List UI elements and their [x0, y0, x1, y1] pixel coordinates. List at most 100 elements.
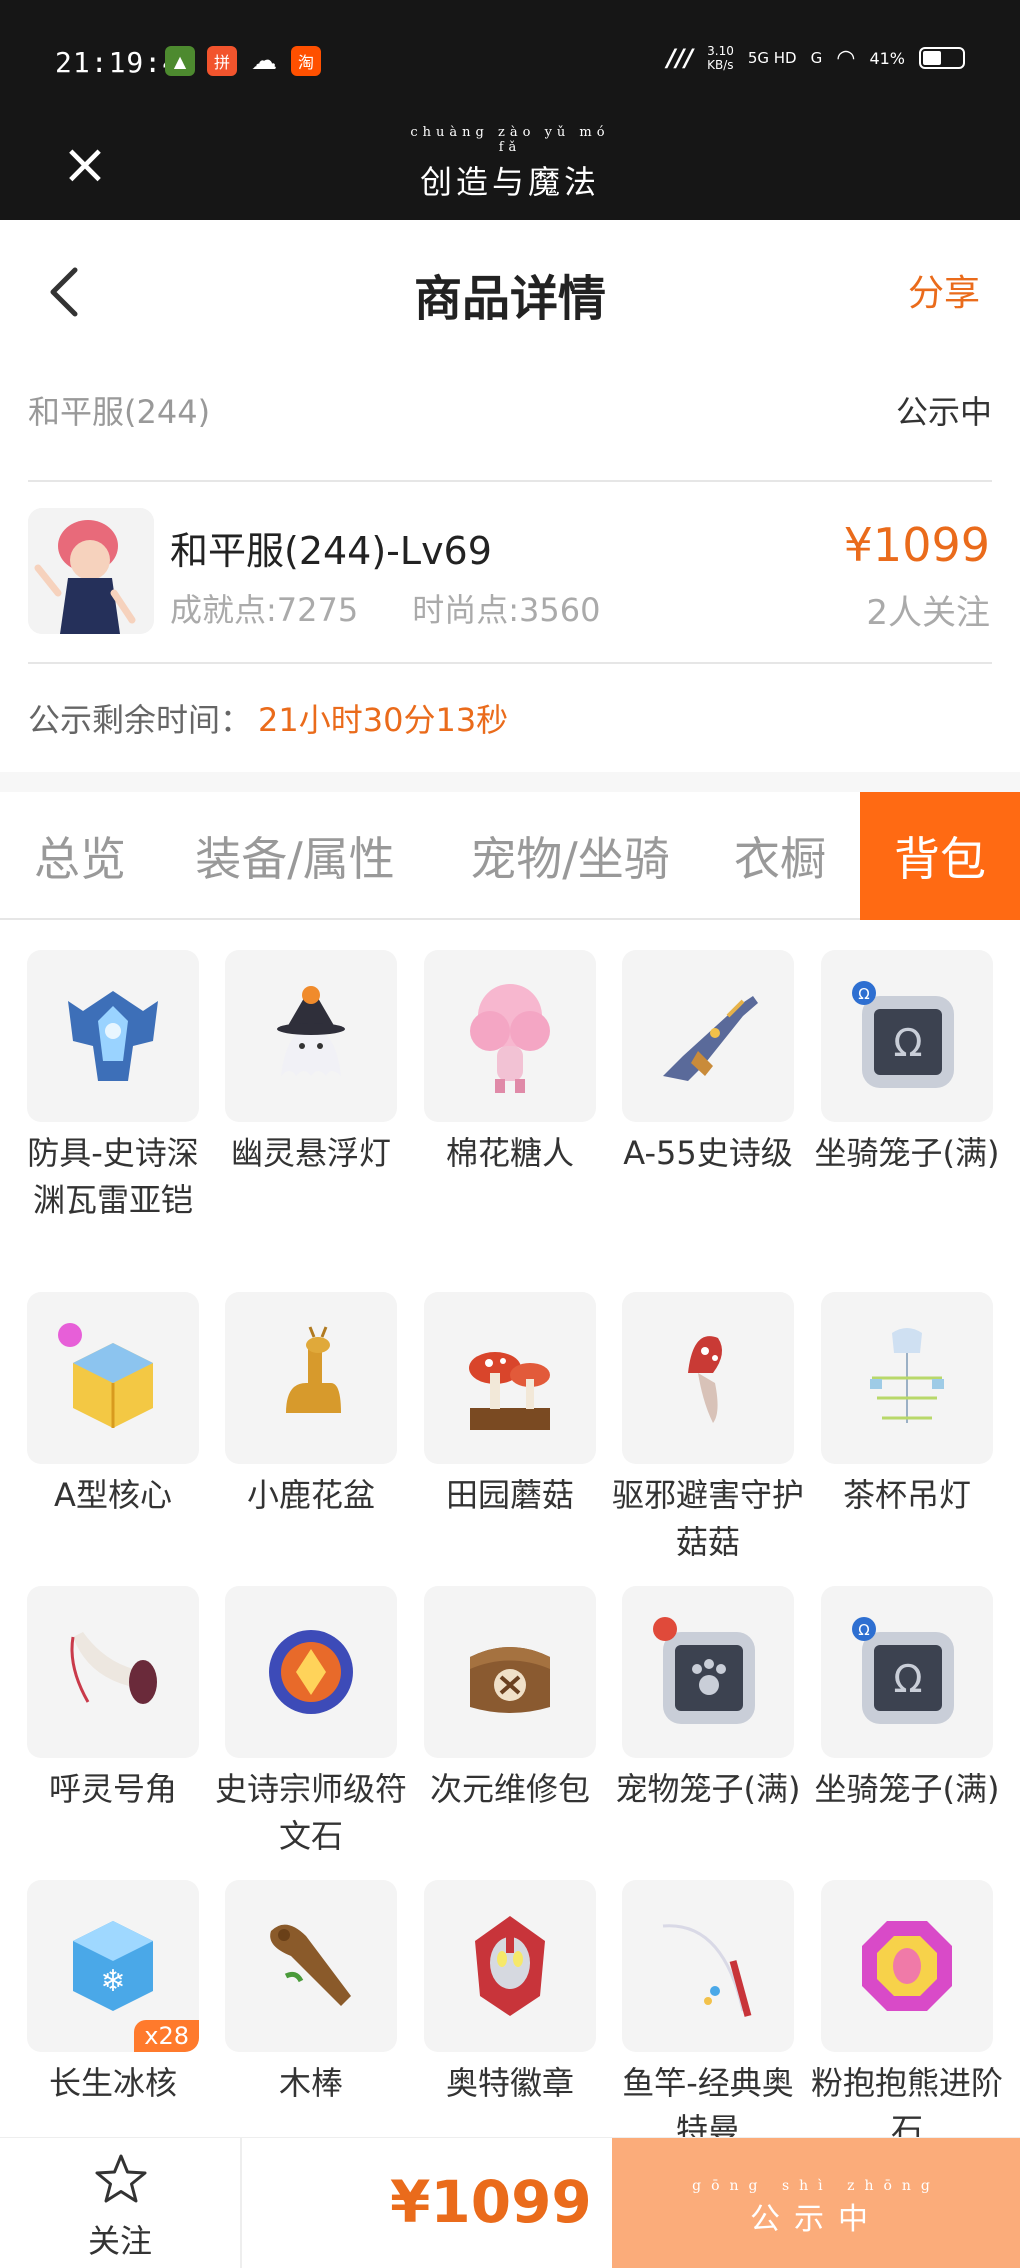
- item-label: 宠物笼子(满): [615, 1770, 801, 1808]
- countdown: 公示剩余时间： 21小时30分13秒: [28, 695, 508, 741]
- tab-backpack[interactable]: 背包: [860, 792, 1020, 920]
- section-gap: [0, 772, 1020, 792]
- teacup-lamp-icon: [821, 1292, 993, 1464]
- divider: [28, 480, 992, 482]
- fishing-rod-icon: [622, 1880, 794, 2052]
- item-label: 防具-史诗深渊瓦雷亚铠: [27, 1134, 199, 1219]
- mushroom-icon: [424, 1292, 596, 1464]
- cotton-candy-icon: [424, 950, 596, 1122]
- page-header: 商品详情 分享: [0, 222, 1020, 352]
- item-label: 驱邪避害守护菇菇: [611, 1476, 804, 1561]
- item-label: A型核心: [54, 1476, 172, 1514]
- item-label: 呼灵号角: [48, 1770, 177, 1808]
- tab-wardrobe[interactable]: 衣橱: [715, 792, 845, 920]
- item-label: 茶杯吊灯: [842, 1476, 971, 1514]
- item-label: 田园蘑菇: [445, 1476, 574, 1514]
- battery-icon: [919, 47, 965, 69]
- public-notice-button[interactable]: gōng shì zhōng 公示中: [612, 2138, 1020, 2268]
- pet-cage-icon: [622, 1586, 794, 1758]
- item-label: 幽灵悬浮灯: [230, 1134, 391, 1172]
- rifle-icon: [622, 950, 794, 1122]
- buy-pinyin: gōng shì zhōng: [692, 2178, 940, 2194]
- tab-equipment[interactable]: 装备/属性: [170, 792, 420, 920]
- item-label: 鱼竿-经典奥特曼: [622, 2064, 794, 2140]
- backpack-grid: 防具-史诗深渊瓦雷亚铠 幽灵悬浮灯 棉花糖人 A-55史诗级 ΩΩ 坐骑笼子(满…: [0, 940, 1020, 2140]
- network-label: 5G HD: [747, 49, 797, 67]
- app-brand: chuàng zào yǔ mó fǎ 创造与魔法: [410, 125, 610, 203]
- app-title-bar: × chuàng zào yǔ mó fǎ 创造与魔法: [0, 120, 1020, 220]
- divider: [28, 662, 992, 664]
- mount-cage-icon: ΩΩ: [821, 1586, 993, 1758]
- product-price: ¥1099: [843, 518, 990, 572]
- listing-status: 公示中: [895, 393, 992, 431]
- system-status: /// 3.10 KB/s 5G HD G ◠ 41%: [667, 44, 965, 72]
- detail-tabs: 总览 装备/属性 宠物/坐骑 衣橱 背包: [0, 792, 1020, 920]
- follow-label: 关注: [87, 2222, 152, 2260]
- item-label: 粉抱抱熊进阶石: [810, 2064, 1003, 2140]
- taobao-icon: 淘: [291, 46, 321, 76]
- app-notification-icon: ▲: [165, 46, 195, 76]
- item-label: 长生冰核: [48, 2064, 177, 2102]
- bottom-price: ¥1099: [390, 2168, 592, 2236]
- cloud-icon: ☁: [251, 46, 277, 76]
- item-label: 坐骑笼子(满): [814, 1134, 1000, 1172]
- fashion-points: 时尚点:3560: [412, 591, 601, 629]
- page-title: 商品详情: [413, 271, 606, 327]
- item-label: 小鹿花盆: [246, 1476, 375, 1514]
- buy-label: 公示中: [750, 2202, 882, 2237]
- battery-text: 41%: [869, 48, 905, 68]
- repair-bag-icon: [424, 1586, 596, 1758]
- logo-icon: ///: [666, 44, 694, 72]
- deer-pot-icon: [225, 1292, 397, 1464]
- item-label: 棉花糖人: [445, 1134, 574, 1172]
- bottom-bar: 关注 ¥1099 gōng shì zhōng 公示中: [0, 2137, 1020, 2268]
- rune-stone-icon: [225, 1586, 397, 1758]
- wifi-icon: ◠: [836, 45, 856, 71]
- tab-overview[interactable]: 总览: [0, 792, 160, 920]
- tab-pets-mounts[interactable]: 宠物/坐骑: [445, 792, 695, 920]
- ghost-lamp-icon: [225, 950, 397, 1122]
- notification-icons: ▲ 拼 ☁ 淘: [165, 46, 321, 76]
- product-name: 和平服(244)-Lv69: [170, 529, 492, 573]
- brand-pinyin: chuàng zào yǔ mó fǎ: [410, 125, 610, 155]
- brand-name: 创造与魔法: [419, 163, 600, 201]
- mount-cage-icon: ΩΩ: [821, 950, 993, 1122]
- status-bar: 21:19:42 ▲ 拼 ☁ 淘 /// 3.10 KB/s 5G HD G ◠…: [0, 0, 1020, 120]
- app-notification-icon: 拼: [207, 46, 237, 76]
- item-label: 次元维修包: [429, 1770, 590, 1808]
- item-label: 史诗宗师级符文石: [214, 1770, 407, 1855]
- item-label: 奥特徽章: [445, 2064, 574, 2102]
- item-label: 坐骑笼子(满): [814, 1770, 1000, 1808]
- achievement-points: 成就点:7275: [170, 591, 359, 629]
- armor-icon: [27, 950, 199, 1122]
- svg-text:Ω: Ω: [858, 985, 869, 1003]
- server-row: 和平服(244) 公示中: [28, 385, 992, 435]
- server-name: 和平服(244): [28, 393, 211, 431]
- follow-button[interactable]: 关注: [0, 2138, 242, 2268]
- club-icon: [225, 1880, 397, 2052]
- product-stats: 成就点:7275 时尚点:3560: [170, 585, 600, 631]
- item-quantity: x28: [134, 2020, 199, 2052]
- ultra-badge-icon: [424, 1880, 596, 2052]
- countdown-label: 公示剩余时间：: [28, 701, 253, 739]
- guardian-mushroom-icon: [622, 1292, 794, 1464]
- star-icon: [95, 2154, 147, 2203]
- countdown-value: 21小时30分13秒: [258, 701, 509, 739]
- pink-gem-icon: [821, 1880, 993, 2052]
- svg-text:❄: ❄: [100, 1964, 125, 1999]
- net-speed-unit: KB/s: [707, 58, 734, 72]
- svg-text:Ω: Ω: [893, 1021, 922, 1065]
- item-label: A-55史诗级: [623, 1134, 793, 1172]
- net-speed: 3.10: [707, 44, 734, 58]
- ice-core-icon: ❄ x28: [27, 1880, 199, 2052]
- core-cube-icon: [27, 1292, 199, 1464]
- svg-text:Ω: Ω: [893, 1657, 922, 1701]
- follower-count: 2人关注: [866, 593, 990, 633]
- item-label: 木棒: [278, 2064, 343, 2102]
- horn-icon: [27, 1586, 199, 1758]
- share-button[interactable]: 分享: [908, 264, 980, 316]
- character-avatar: [28, 508, 154, 634]
- close-icon[interactable]: ×: [60, 137, 110, 193]
- svg-text:Ω: Ω: [858, 1621, 869, 1639]
- network-label-2: G: [810, 49, 823, 67]
